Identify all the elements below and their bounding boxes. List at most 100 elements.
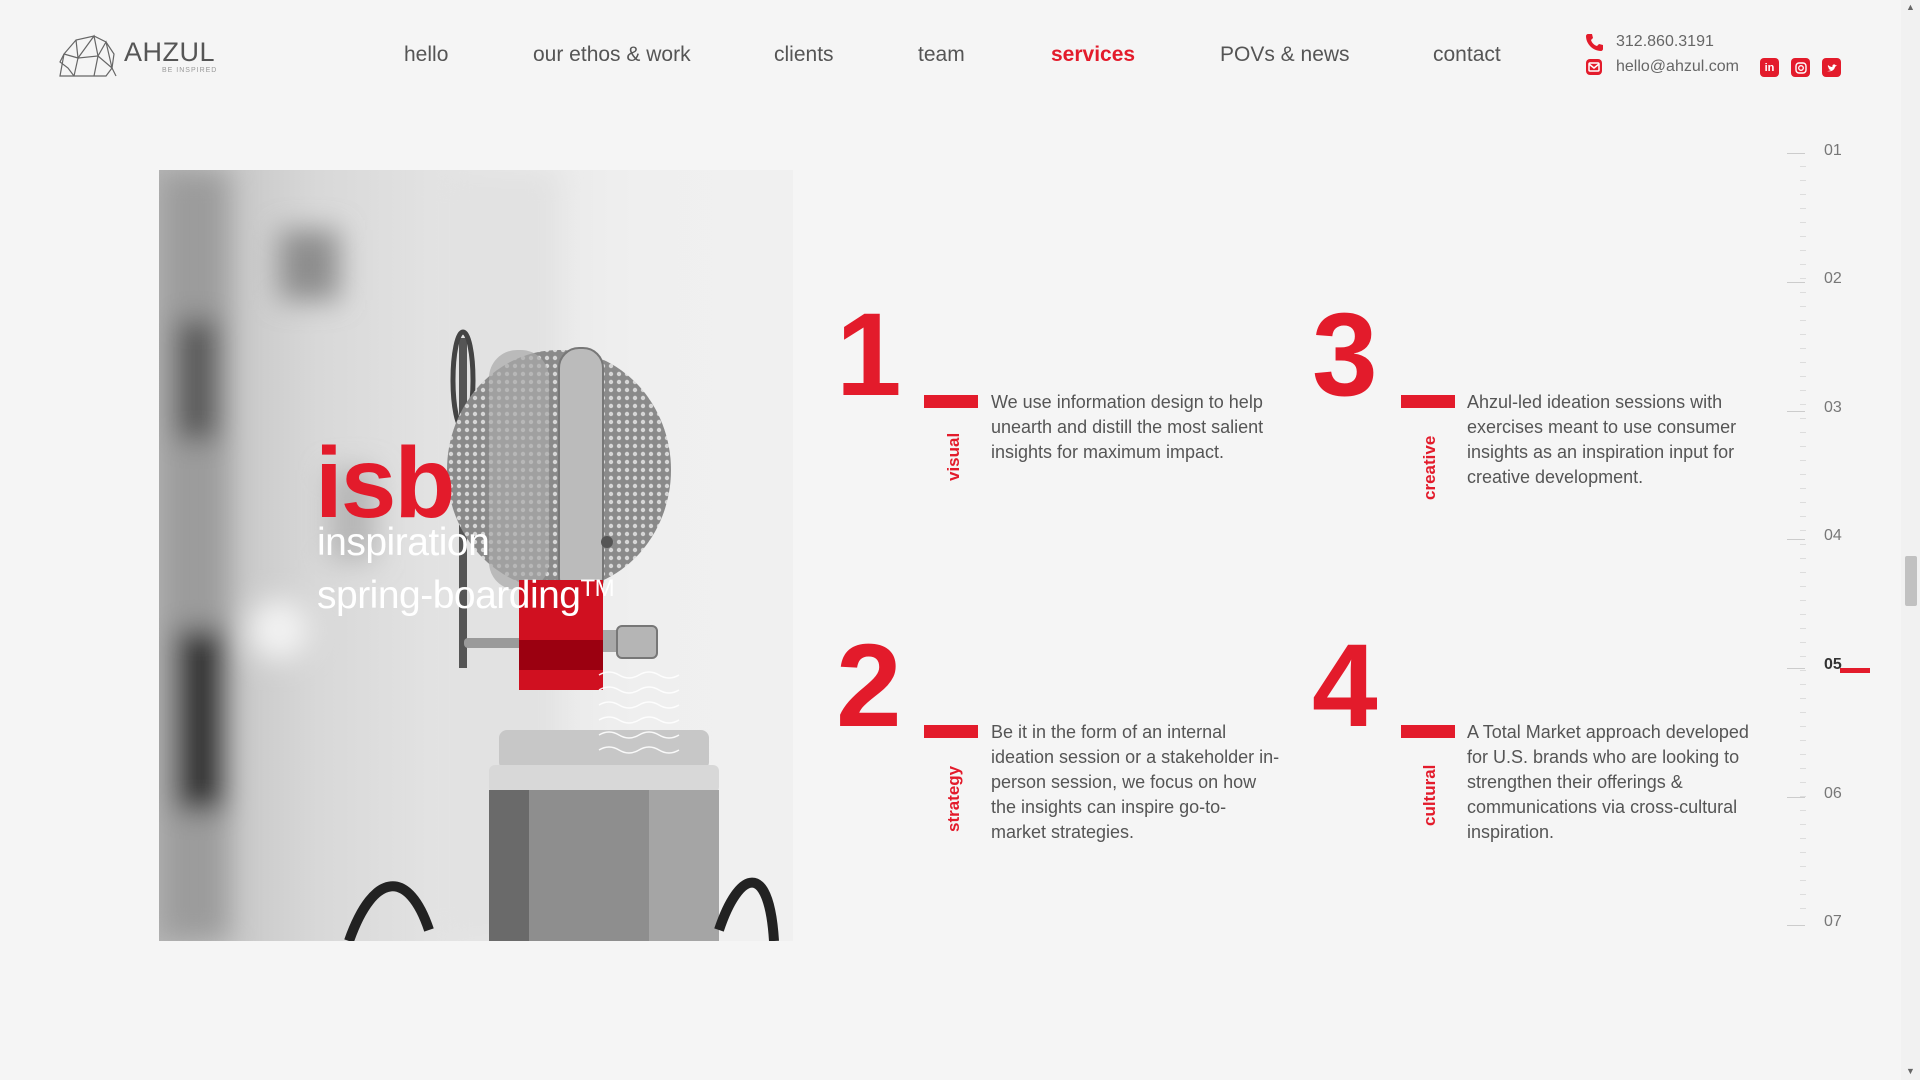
linkedin-icon[interactable]: in xyxy=(1760,58,1779,77)
hero-title: isb xyxy=(315,427,455,539)
indicator-track-dot xyxy=(1800,432,1806,433)
indicator-track-dot xyxy=(1800,600,1806,601)
indicator-tick xyxy=(1787,539,1805,540)
indicator-track-dot xyxy=(1800,572,1806,573)
brand-tagline: BE INSPIRED xyxy=(162,66,218,74)
nav-ethos-work[interactable]: our ethos & work xyxy=(533,40,691,70)
twitter-icon[interactable] xyxy=(1822,58,1841,77)
nav-povs-news[interactable]: POVs & news xyxy=(1220,40,1350,70)
indicator-track-dot xyxy=(1800,404,1806,405)
service-bar xyxy=(924,725,978,738)
indicator-track-dot xyxy=(1800,796,1806,797)
hero-subtitle-line1: inspiration xyxy=(317,521,490,564)
indicator-track-dot xyxy=(1800,474,1806,475)
indicator-tick xyxy=(1787,668,1805,669)
indicator-track-dot xyxy=(1800,824,1806,825)
indicator-track-dot xyxy=(1800,740,1806,741)
indicator-track-dot xyxy=(1800,460,1806,461)
page-scrollbar[interactable]: ▲ ▼ xyxy=(1901,0,1920,1080)
indicator-tick xyxy=(1787,925,1805,926)
hero-subtitle: inspiration spring-boardingTM xyxy=(317,520,615,619)
indicator-track-dot xyxy=(1800,810,1806,811)
indicator-track-dot xyxy=(1800,348,1806,349)
section-link-01[interactable]: 01 xyxy=(1824,142,1842,160)
indicator-track-dot xyxy=(1800,754,1806,755)
phone-link[interactable]: 312.860.3191 xyxy=(1584,30,1739,54)
nav-hello[interactable]: hello xyxy=(404,40,448,70)
service-number: 3 xyxy=(1312,289,1378,421)
brand-logo[interactable]: AHZUL BE INSPIRED xyxy=(54,30,224,82)
service-label: cultural xyxy=(1420,764,1439,826)
service-description: Be it in the form of an internal ideatio… xyxy=(991,722,1280,842)
indicator-track-dot xyxy=(1800,516,1806,517)
microphone-photo: isb inspiration spring-boardingTM xyxy=(159,170,793,941)
email-link[interactable]: hello@ahzul.com xyxy=(1584,55,1739,79)
service-description: A Total Market approach developed for U.… xyxy=(1467,722,1749,842)
indicator-track-dot xyxy=(1800,782,1806,783)
service-bar xyxy=(1401,725,1455,738)
indicator-track-dot xyxy=(1800,180,1806,181)
service-bar xyxy=(1401,395,1455,408)
indicator-track-dot xyxy=(1800,908,1806,909)
indicator-track-dot xyxy=(1800,670,1806,671)
section-link-06[interactable]: 06 xyxy=(1824,785,1842,803)
indicator-track-dot xyxy=(1800,712,1806,713)
indicator-track-dot xyxy=(1800,390,1806,391)
hero-subtitle-line2: spring-boarding xyxy=(317,574,581,617)
indicator-track-dot xyxy=(1800,292,1806,293)
email-address: hello@ahzul.com xyxy=(1616,58,1739,75)
indicator-track-dot xyxy=(1800,502,1806,503)
service-label: creative xyxy=(1420,435,1439,500)
indicator-track-dot xyxy=(1800,642,1806,643)
indicator-track-dot xyxy=(1800,264,1806,265)
nav-team[interactable]: team xyxy=(918,40,965,70)
indicator-track-dot xyxy=(1800,446,1806,447)
phone-number: 312.860.3191 xyxy=(1616,33,1714,50)
scroll-down-icon[interactable]: ▼ xyxy=(1906,1066,1915,1076)
indicator-track-dot xyxy=(1800,194,1806,195)
indicator-track-dot xyxy=(1800,866,1806,867)
indicator-track-dot xyxy=(1800,698,1806,699)
indicator-track-dot xyxy=(1800,418,1806,419)
service-number: 4 xyxy=(1312,620,1378,752)
service-description: Ahzul-led ideation sessions with exercis… xyxy=(1467,392,1737,487)
section-link-03[interactable]: 03 xyxy=(1824,399,1842,417)
indicator-track-dot xyxy=(1800,250,1806,251)
indicator-track-dot xyxy=(1800,530,1806,531)
envelope-icon xyxy=(1586,59,1602,75)
indicator-track-dot xyxy=(1800,838,1806,839)
elephant-logo-icon xyxy=(59,34,117,77)
indicator-track-dot xyxy=(1800,222,1806,223)
indicator-track-dot xyxy=(1800,544,1806,545)
section-link-04[interactable]: 04 xyxy=(1824,527,1842,545)
indicator-track-dot xyxy=(1800,306,1806,307)
indicator-track-dot xyxy=(1800,586,1806,587)
scrollbar-thumb[interactable] xyxy=(1905,556,1917,606)
instagram-icon[interactable] xyxy=(1791,58,1810,77)
scroll-up-icon[interactable]: ▲ xyxy=(1906,2,1915,12)
nav-contact[interactable]: contact xyxy=(1433,40,1501,70)
indicator-tick xyxy=(1787,797,1805,798)
indicator-track-dot xyxy=(1800,488,1806,489)
indicator-track-dot xyxy=(1800,614,1806,615)
indicator-track-dot xyxy=(1800,726,1806,727)
service-number: 1 xyxy=(836,289,902,421)
indicator-tick xyxy=(1787,282,1805,283)
service-label: visual xyxy=(944,432,963,481)
nav-services[interactable]: services xyxy=(1051,40,1135,70)
indicator-track-dot xyxy=(1800,334,1806,335)
indicator-tick xyxy=(1787,153,1805,154)
indicator-track-dot xyxy=(1800,362,1806,363)
social-links: in xyxy=(1760,58,1853,77)
service-bar xyxy=(924,395,978,408)
indicator-track-dot xyxy=(1800,320,1806,321)
indicator-track-dot xyxy=(1800,278,1806,279)
indicator-track-dot xyxy=(1800,628,1806,629)
section-link-02[interactable]: 02 xyxy=(1824,270,1842,288)
trademark-mark: TM xyxy=(580,575,615,602)
indicator-track-dot xyxy=(1800,684,1806,685)
indicator-tick xyxy=(1787,411,1805,412)
section-link-07[interactable]: 07 xyxy=(1824,913,1842,931)
indicator-track-dot xyxy=(1800,236,1806,237)
nav-clients[interactable]: clients xyxy=(774,40,834,70)
